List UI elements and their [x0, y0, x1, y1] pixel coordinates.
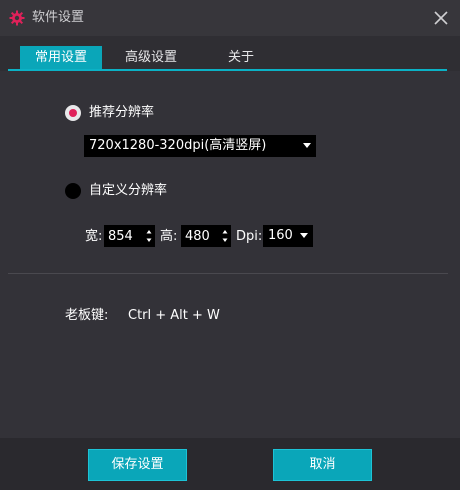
dpi-label: Dpi:	[236, 229, 263, 244]
footer-bar	[0, 438, 460, 490]
recommended-resolution-value: 720x1280-320dpi(高清竖屏)	[89, 138, 267, 153]
cancel-button[interactable]: 取消	[273, 449, 372, 481]
dpi-value: 160	[268, 228, 293, 243]
title-bar: 软件设置	[0, 0, 460, 36]
width-label: 宽:	[85, 229, 103, 244]
boss-key-label: 老板键:	[65, 308, 109, 323]
chevron-down-icon	[300, 233, 308, 238]
width-stepper[interactable]	[104, 225, 155, 247]
recommended-resolution-label: 推荐分辨率	[89, 105, 155, 120]
recommended-resolution-select[interactable]: 720x1280-320dpi(高清竖屏)	[84, 135, 316, 157]
divider	[8, 273, 448, 274]
height-label: 高:	[160, 229, 178, 244]
custom-resolution-radio[interactable]	[65, 183, 81, 199]
tab-about[interactable]: 关于	[210, 46, 272, 70]
stepper-arrows-icon[interactable]	[146, 229, 152, 243]
dpi-select[interactable]: 160	[263, 225, 313, 247]
stepper-arrows-icon[interactable]	[222, 229, 228, 243]
height-stepper[interactable]	[181, 225, 231, 247]
gear-icon	[9, 10, 25, 26]
window-title: 软件设置	[32, 10, 85, 25]
width-input[interactable]	[108, 227, 142, 245]
tab-advanced[interactable]: 高级设置	[112, 46, 190, 70]
tab-general[interactable]: 常用设置	[20, 46, 102, 70]
height-input[interactable]	[185, 227, 219, 245]
save-button[interactable]: 保存设置	[88, 449, 187, 481]
boss-key-value[interactable]: Ctrl + Alt + W	[128, 307, 220, 325]
custom-resolution-label: 自定义分辨率	[89, 183, 168, 198]
close-icon[interactable]	[430, 7, 452, 29]
settings-panel: 推荐分辨率 720x1280-320dpi(高清竖屏) 自定义分辨率 宽: 高:…	[0, 71, 460, 438]
chevron-down-icon	[303, 143, 311, 148]
recommended-resolution-radio[interactable]	[65, 105, 81, 121]
